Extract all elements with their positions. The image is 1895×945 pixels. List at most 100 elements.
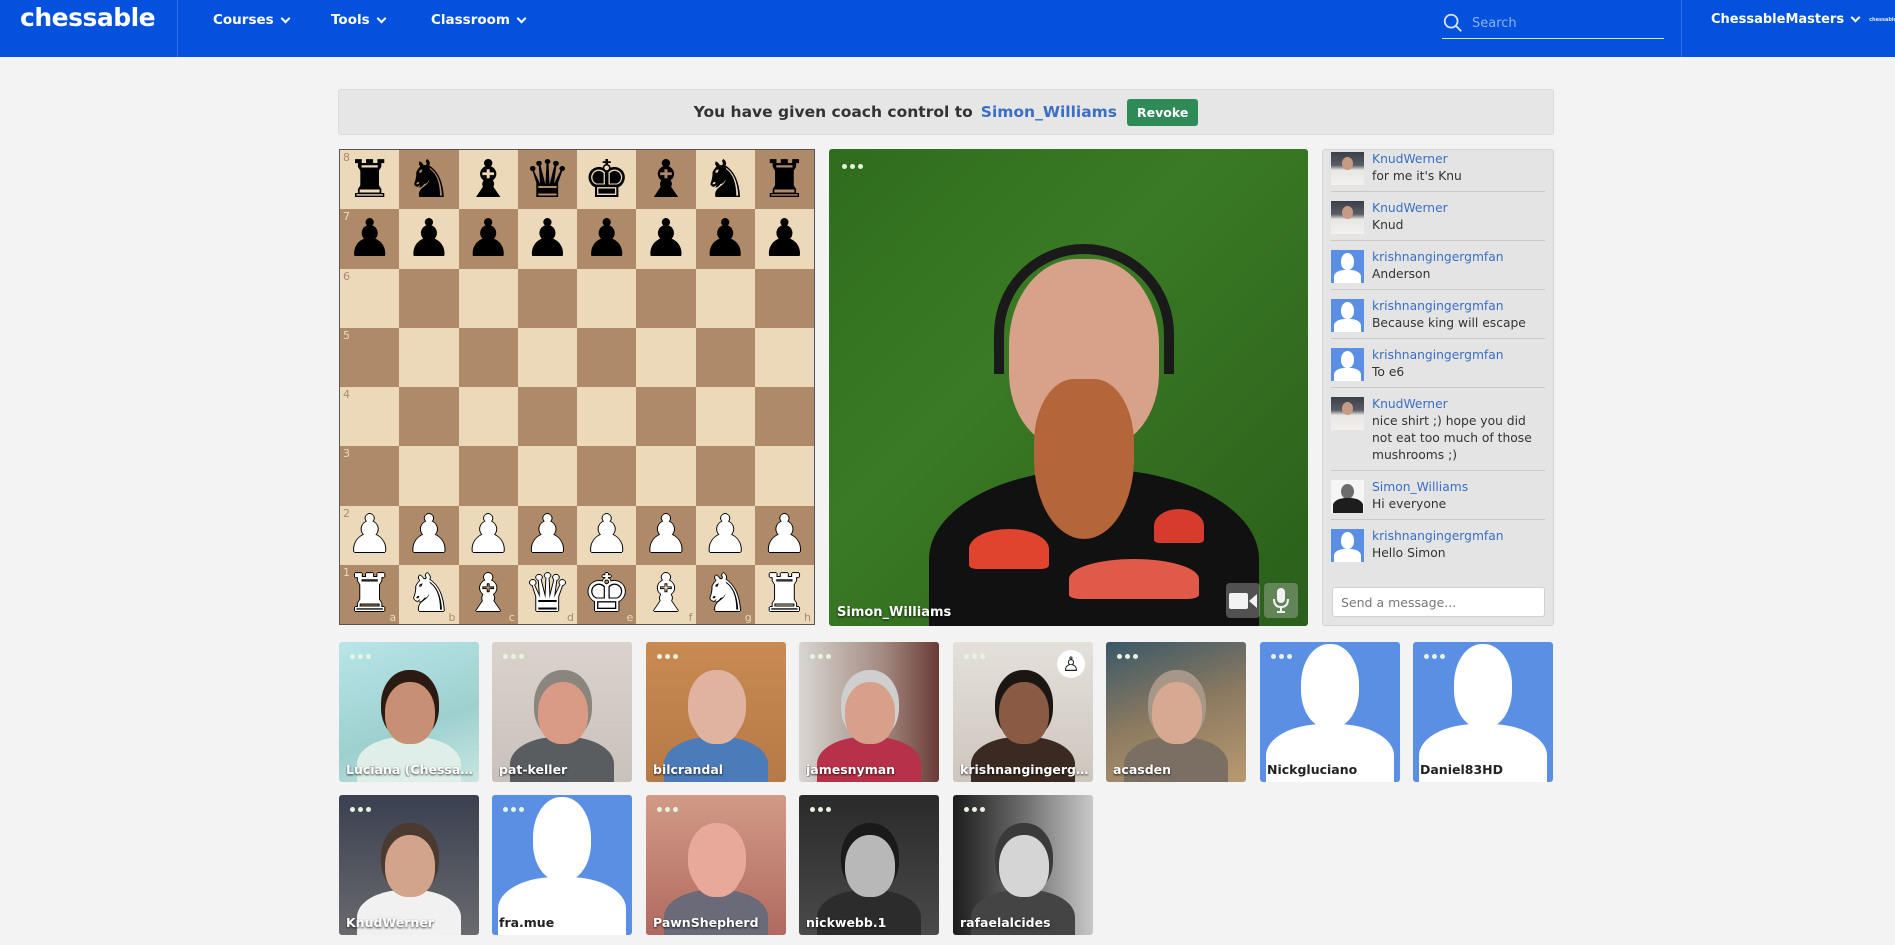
participant-tile[interactable]: nickwebb.1 <box>799 795 939 935</box>
white-rook-icon[interactable]: ♜ <box>761 568 808 620</box>
square-a7[interactable]: 7 ♟ <box>340 209 400 269</box>
black-pawn-icon[interactable]: ♟ <box>583 213 630 265</box>
white-knight-icon[interactable]: ♞ <box>406 568 453 620</box>
more-dots-icon[interactable] <box>842 164 863 169</box>
square-a1[interactable]: 1 a ♜ <box>340 564 400 624</box>
more-dots-icon[interactable] <box>657 807 678 812</box>
chat-username[interactable]: krishnangingergmfan <box>1372 249 1545 266</box>
more-dots-icon[interactable] <box>964 654 985 659</box>
white-bishop-icon[interactable]: ♝ <box>643 568 690 620</box>
square-h1[interactable]: h ♜ <box>754 564 814 624</box>
more-dots-icon[interactable] <box>810 654 831 659</box>
participant-tile[interactable]: rafaelalcides <box>953 795 1093 935</box>
black-bishop-icon[interactable]: ♝ <box>643 154 690 206</box>
square-f6[interactable] <box>636 268 696 328</box>
black-queen-icon[interactable]: ♛ <box>524 154 571 206</box>
chat-message-list[interactable]: KnudWerner for me it's Knu KnudWerner Knud k… <box>1331 150 1545 575</box>
participant-tile[interactable]: Nickgluciano <box>1260 642 1400 782</box>
black-pawn-icon[interactable]: ♟ <box>702 213 749 265</box>
more-dots-icon[interactable] <box>657 654 678 659</box>
square-f4[interactable] <box>636 387 696 447</box>
participant-tile[interactable]: PawnShepherd <box>646 795 786 935</box>
square-d1[interactable]: d ♛ <box>517 564 577 624</box>
square-h2[interactable]: ♟ <box>754 505 814 565</box>
white-pawn-icon[interactable]: ♟ <box>702 509 749 561</box>
square-b5[interactable] <box>399 327 459 387</box>
square-a6[interactable]: 6 <box>340 268 400 328</box>
chat-username[interactable]: krishnangingergmfan <box>1372 347 1545 364</box>
more-dots-icon[interactable] <box>503 654 524 659</box>
more-dots-icon[interactable] <box>1271 654 1292 659</box>
black-rook-icon[interactable]: ♜ <box>346 154 393 206</box>
chess-board[interactable]: 8 ♜ ♞ ♝ ♛ ♚ ♝ ♞ ♜ 7 ♟ ♟ ♟ ♟ ♟ ♟ ♟ ♟ 6 5 4 3 2 ♟ ♟ ♟ ♟ ♟ ♟ ♟ ♟ 1 a ♜ b ♞ c ♝ d ♛… <box>339 149 815 625</box>
nav-menu-classroom[interactable]: Classroom <box>431 12 527 28</box>
square-d8[interactable]: ♛ <box>517 150 577 210</box>
white-pawn-icon[interactable]: ♟ <box>524 509 571 561</box>
participant-tile[interactable]: Daniel83HD <box>1413 642 1553 782</box>
square-e1[interactable]: e ♚ <box>577 564 637 624</box>
participant-tile[interactable]: jamesnyman <box>799 642 939 782</box>
square-b1[interactable]: b ♞ <box>399 564 459 624</box>
search-icon[interactable] <box>1442 12 1464 34</box>
participant-tile[interactable]: ♙ krishnangingergmf... <box>953 642 1093 782</box>
avatar[interactable] <box>1331 348 1364 381</box>
avatar[interactable] <box>1331 397 1364 430</box>
more-dots-icon[interactable] <box>1117 654 1138 659</box>
revoke-button[interactable]: Revoke <box>1127 98 1199 126</box>
avatar[interactable] <box>1331 299 1364 332</box>
square-b7[interactable]: ♟ <box>399 209 459 269</box>
square-g3[interactable] <box>695 446 755 506</box>
square-e3[interactable] <box>577 446 637 506</box>
square-g1[interactable]: g ♞ <box>695 564 755 624</box>
black-pawn-icon[interactable]: ♟ <box>643 213 690 265</box>
square-h8[interactable]: ♜ <box>754 150 814 210</box>
participant-tile[interactable]: bilcrandal <box>646 642 786 782</box>
square-g6[interactable] <box>695 268 755 328</box>
square-e6[interactable] <box>577 268 637 328</box>
square-f3[interactable] <box>636 446 696 506</box>
square-h6[interactable] <box>754 268 814 328</box>
square-e5[interactable] <box>577 327 637 387</box>
white-queen-icon[interactable]: ♛ <box>524 568 571 620</box>
black-knight-icon[interactable]: ♞ <box>406 154 453 206</box>
black-knight-icon[interactable]: ♞ <box>702 154 749 206</box>
square-a2[interactable]: 2 ♟ <box>340 505 400 565</box>
white-pawn-icon[interactable]: ♟ <box>346 509 393 561</box>
square-d5[interactable] <box>517 327 577 387</box>
more-dots-icon[interactable] <box>1424 654 1445 659</box>
camera-toggle-button[interactable] <box>1226 583 1260 618</box>
square-a8[interactable]: 8 ♜ <box>340 150 400 210</box>
black-pawn-icon[interactable]: ♟ <box>524 213 571 265</box>
square-a5[interactable]: 5 <box>340 327 400 387</box>
square-c4[interactable] <box>458 387 518 447</box>
square-c5[interactable] <box>458 327 518 387</box>
chat-username[interactable]: KnudWerner <box>1372 151 1545 168</box>
square-h4[interactable] <box>754 387 814 447</box>
square-e2[interactable]: ♟ <box>577 505 637 565</box>
square-d6[interactable] <box>517 268 577 328</box>
square-g2[interactable]: ♟ <box>695 505 755 565</box>
avatar[interactable] <box>1331 201 1364 234</box>
white-king-icon[interactable]: ♚ <box>583 568 630 620</box>
square-b6[interactable] <box>399 268 459 328</box>
square-d7[interactable]: ♟ <box>517 209 577 269</box>
white-pawn-icon[interactable]: ♟ <box>465 509 512 561</box>
avatar[interactable] <box>1331 480 1364 513</box>
square-d2[interactable]: ♟ <box>517 505 577 565</box>
chat-username[interactable]: krishnangingergmfan <box>1372 298 1545 315</box>
square-g5[interactable] <box>695 327 755 387</box>
participant-tile[interactable]: Luciana (Chessable... <box>339 642 479 782</box>
square-f2[interactable]: ♟ <box>636 505 696 565</box>
white-pawn-icon[interactable]: ♟ <box>583 509 630 561</box>
nav-menu-courses[interactable]: Courses <box>213 12 291 28</box>
search-input[interactable] <box>1472 15 1642 31</box>
square-b4[interactable] <box>399 387 459 447</box>
black-pawn-icon[interactable]: ♟ <box>346 213 393 265</box>
black-pawn-icon[interactable]: ♟ <box>406 213 453 265</box>
avatar[interactable] <box>1331 250 1364 283</box>
square-a4[interactable]: 4 <box>340 387 400 447</box>
avatar[interactable] <box>1331 529 1364 562</box>
more-dots-icon[interactable] <box>350 807 371 812</box>
square-c3[interactable] <box>458 446 518 506</box>
participant-tile[interactable]: KnudWerner <box>339 795 479 935</box>
